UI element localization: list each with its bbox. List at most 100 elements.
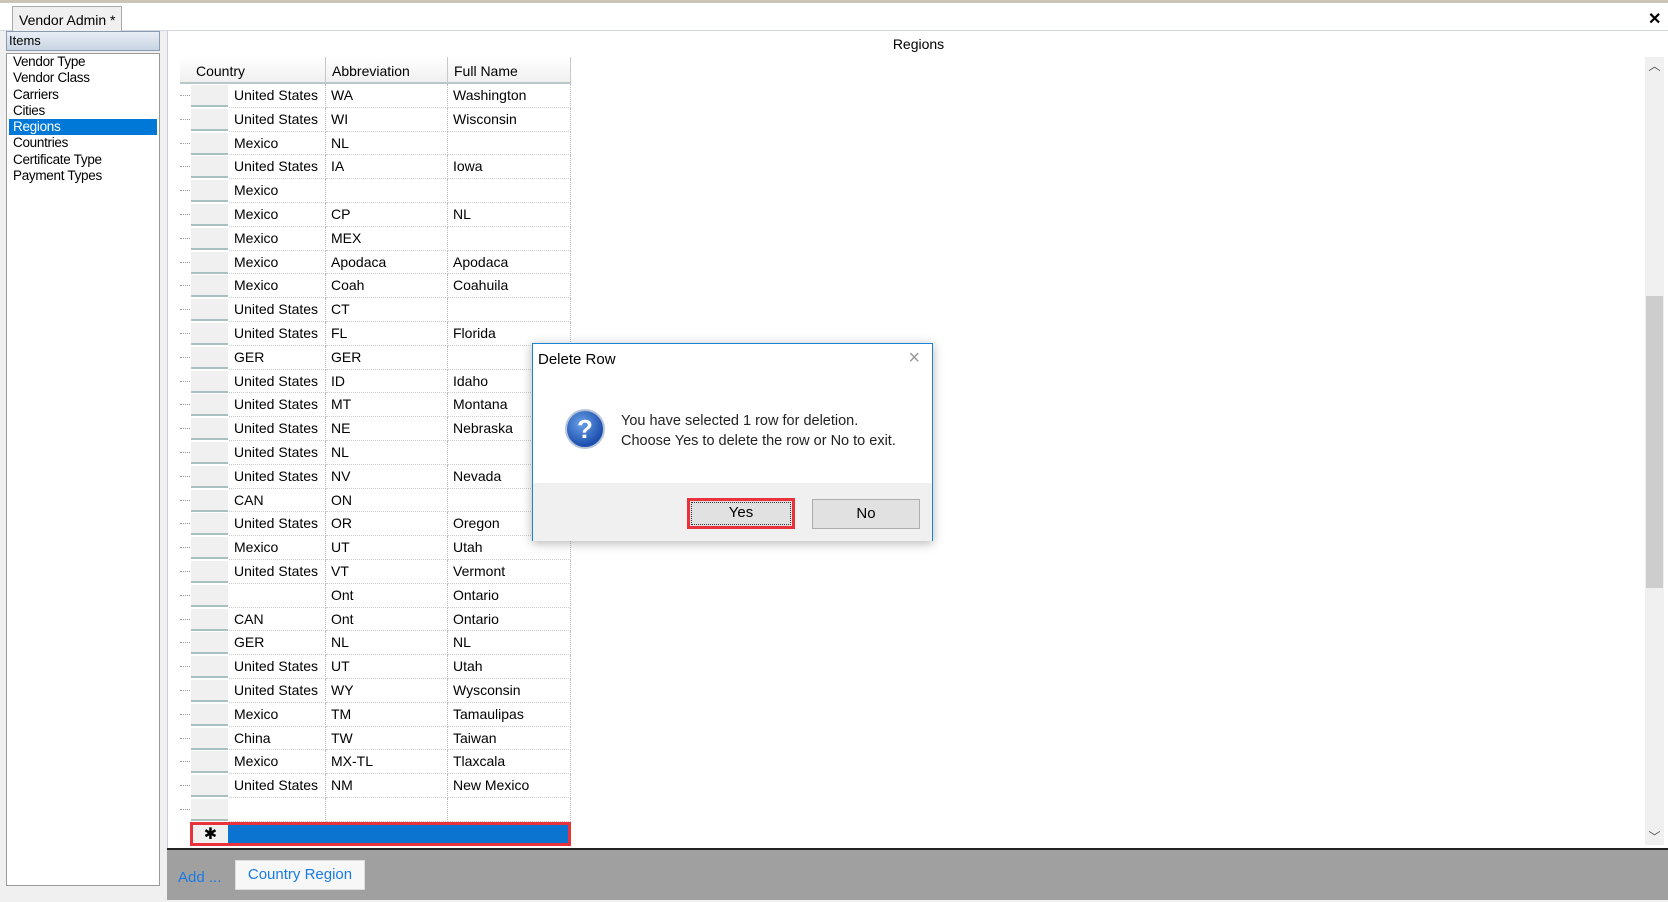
cell-country[interactable]: Mexico [229,131,326,156]
row-header[interactable] [191,799,228,821]
cell-abbreviation[interactable]: VT [326,560,448,584]
cell-abbreviation[interactable]: WI [326,107,448,132]
cell-abbreviation[interactable]: TM [326,702,448,727]
cell-abbreviation[interactable]: Ont [326,583,448,608]
cell-country[interactable]: United States [229,322,326,346]
table-row[interactable]: Mexico Coah Coahuila [180,274,572,299]
row-header[interactable] [191,561,228,583]
cell-full-name[interactable]: Utah [448,655,571,679]
cell-full-name[interactable]: Wysconsin [448,679,571,703]
cell-abbreviation[interactable]: MEX [326,226,448,251]
row-header[interactable] [191,537,228,560]
cell-full-name[interactable]: NL [448,203,571,227]
cell-abbreviation[interactable]: MT [326,393,448,418]
table-row[interactable]: Mexico NL [180,131,572,156]
row-header[interactable] [191,513,228,536]
cell-abbreviation[interactable]: ON [326,488,448,513]
row-header[interactable] [191,584,228,607]
table-row[interactable]: United States UT Utah [180,655,572,679]
cell-full-name[interactable]: Taiwan [448,726,571,751]
sidebar-item-certificate-type[interactable]: Certificate Type [9,152,157,168]
cell-full-name[interactable]: Iowa [448,155,571,180]
cell-abbreviation[interactable]: GER [326,345,448,370]
cell-full-name[interactable]: Washington [448,84,571,108]
cell-country[interactable]: GER [229,631,326,656]
add-link[interactable]: Add ... [178,869,221,886]
cell-country[interactable]: Mexico [229,750,326,775]
cell-country[interactable]: Mexico [229,250,326,275]
sidebar-item-cities[interactable]: Cities [9,103,157,119]
row-header[interactable] [191,727,228,750]
row-header[interactable] [191,418,228,441]
cell-full-name[interactable]: Tamaulipas [448,702,571,727]
table-row[interactable]: United States MT Montana [180,393,572,418]
close-icon[interactable]: ✕ [1648,9,1661,29]
cell-country[interactable]: United States [229,512,326,537]
cell-abbreviation[interactable]: UT [326,536,448,560]
table-row[interactable]: United States WI Wisconsin [180,107,572,132]
row-header[interactable] [191,108,228,131]
cell-country[interactable]: Mexico [229,702,326,727]
table-row[interactable]: United States NM New Mexico [180,774,572,798]
table-row[interactable]: United States WA Washington [180,84,572,108]
cell-country[interactable]: Mexico [229,536,326,560]
cell-full-name[interactable] [448,798,571,822]
cell-abbreviation[interactable]: Ont [326,607,448,632]
cell-country[interactable]: United States [229,560,326,584]
table-row[interactable]: United States VT Vermont [180,560,572,584]
table-row[interactable]: Mexico UT Utah [180,536,572,560]
table-row[interactable]: United States ID Idaho [180,369,572,394]
table-row[interactable]: CAN Ont Ontario [180,607,572,632]
scroll-thumb[interactable] [1646,296,1663,588]
row-header[interactable] [191,394,228,417]
table-row[interactable]: GER NL NL [180,631,572,656]
column-header-abbreviation[interactable]: Abbreviation [326,57,448,84]
cell-abbreviation[interactable]: CT [326,298,448,322]
cell-country[interactable]: United States [229,107,326,132]
sidebar-item-vendor-class[interactable]: Vendor Class [9,70,157,86]
country-region-button[interactable]: Country Region [235,860,365,890]
cell-abbreviation[interactable]: OR [326,512,448,537]
cell-country[interactable]: United States [229,369,326,394]
yes-button[interactable]: Yes [687,498,795,529]
dialog-close-icon[interactable]: × [908,347,920,370]
row-header[interactable] [191,370,228,393]
row-header[interactable] [191,180,228,203]
cell-country[interactable]: CAN [229,607,326,632]
new-row[interactable]: ✱ [190,822,571,846]
cell-full-name[interactable]: Ontario [448,607,571,632]
row-header[interactable] [191,275,228,298]
cell-full-name[interactable]: Vermont [448,560,571,584]
row-header[interactable] [191,323,228,345]
row-header[interactable] [191,465,228,488]
cell-abbreviation[interactable] [326,179,448,203]
cell-country[interactable]: Mexico [229,179,326,203]
cell-country[interactable] [229,798,326,822]
cell-full-name[interactable]: Tlaxcala [448,750,571,775]
row-header[interactable] [191,346,228,369]
cell-country[interactable]: United States [229,464,326,489]
cell-country[interactable]: China [229,726,326,751]
cell-country[interactable]: United States [229,155,326,180]
table-row[interactable]: Mexico MX-TL Tlaxcala [180,750,572,775]
table-row[interactable]: United States NE Nebraska [180,417,572,441]
sidebar-item-vendor-type[interactable]: Vendor Type [9,54,157,70]
cell-full-name[interactable]: NL [448,631,571,656]
cell-country[interactable]: United States [229,441,326,465]
cell-abbreviation[interactable] [326,798,448,822]
row-header[interactable] [191,156,228,179]
cell-abbreviation[interactable]: NL [326,131,448,156]
cell-country[interactable]: United States [229,679,326,703]
row-header[interactable] [191,656,228,679]
scroll-down-icon[interactable]: ﹀ [1645,828,1664,845]
cell-country[interactable]: Mexico [229,226,326,251]
row-header[interactable] [191,680,228,702]
table-row[interactable]: United States FL Florida [180,322,572,346]
row-header[interactable] [191,751,228,774]
table-row[interactable]: Mexico MEX [180,226,572,251]
column-header-full-name[interactable]: Full Name [448,57,571,84]
table-row[interactable]: United States CT [180,298,572,322]
sidebar-item-payment-types[interactable]: Payment Types [9,168,157,184]
cell-abbreviation[interactable]: FL [326,322,448,346]
cell-full-name[interactable]: Apodaca [448,250,571,275]
